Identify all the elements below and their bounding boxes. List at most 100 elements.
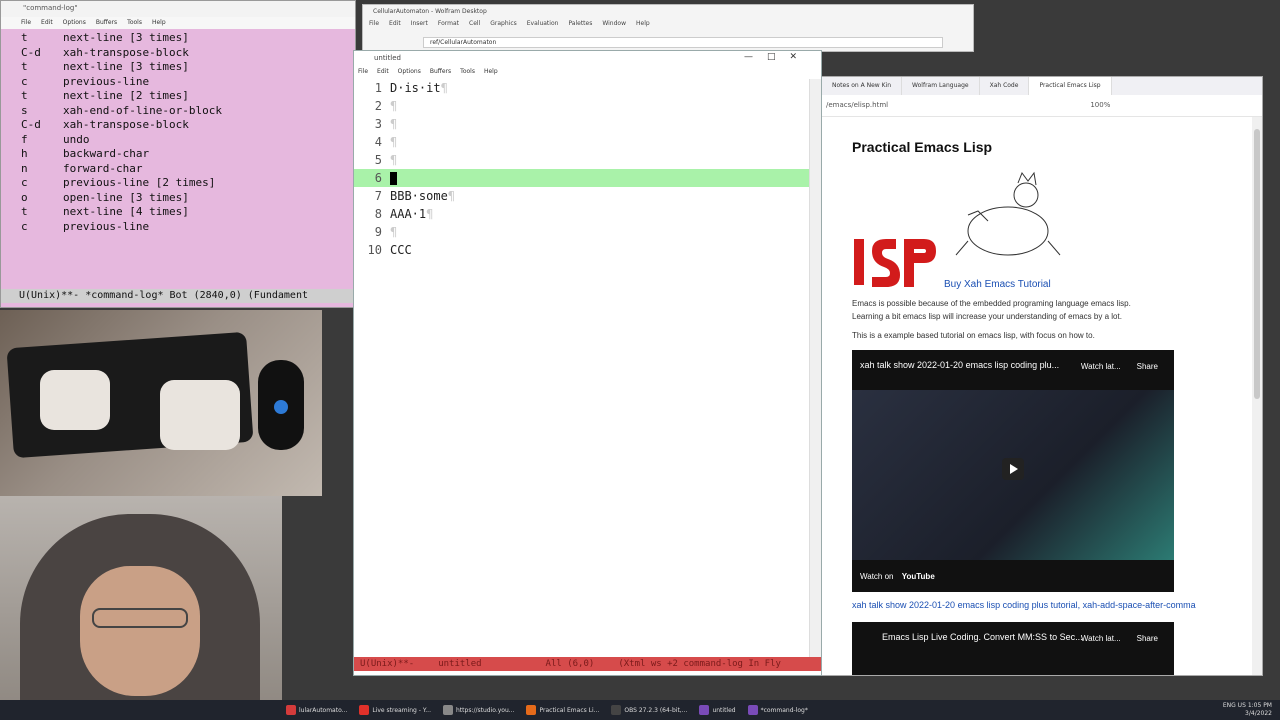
log-key: t bbox=[21, 205, 28, 218]
command-log-titlebar[interactable]: "command-log" bbox=[1, 1, 355, 17]
line-number: 1 bbox=[374, 81, 382, 95]
face bbox=[80, 566, 200, 696]
log-command: next-line [2 times] bbox=[63, 89, 189, 102]
intro-line-1: Emacs is possible because of the embedde… bbox=[852, 299, 1131, 308]
buffer-line[interactable]: 7 BBB·some¶ bbox=[354, 187, 809, 205]
taskbar-item[interactable]: untitled bbox=[693, 700, 741, 720]
menu-item-format[interactable]: Format bbox=[438, 20, 459, 30]
line-number: 10 bbox=[367, 243, 382, 257]
menu-item-palettes[interactable]: Palettes bbox=[568, 20, 592, 30]
url-field[interactable]: /emacs/elisp.html bbox=[826, 101, 888, 109]
menu-item-cell[interactable]: Cell bbox=[469, 20, 480, 30]
menu-item-evaluation[interactable]: Evaluation bbox=[527, 20, 559, 30]
youtube-video-2[interactable]: Emacs Lisp Live Coding. Convert MM:SS to… bbox=[852, 622, 1174, 675]
log-key: C-d bbox=[21, 45, 41, 59]
editor-scrollbar[interactable] bbox=[809, 79, 821, 657]
video2-title[interactable]: Emacs Lisp Live Coding. Convert MM:SS to… bbox=[882, 632, 1083, 642]
language-indicator[interactable]: ENG US bbox=[1223, 702, 1246, 709]
taskbar-item[interactable]: Practical Emacs Li... bbox=[520, 700, 605, 720]
log-key: s bbox=[21, 103, 28, 117]
taskbar-label: OBS 27.2.3 (64-bit,... bbox=[624, 706, 688, 714]
tab-item[interactable]: Notes on A New Kin bbox=[822, 77, 903, 95]
app-icon bbox=[286, 705, 296, 715]
share-button-2[interactable]: Share bbox=[1137, 634, 1158, 643]
scroll-thumb[interactable] bbox=[1254, 129, 1260, 399]
menu-item-options[interactable]: Options bbox=[63, 19, 86, 27]
zoom-level[interactable]: 100% bbox=[1090, 101, 1110, 109]
log-row: f undo bbox=[21, 133, 335, 148]
clock-date[interactable]: 3/4/2022 bbox=[1223, 710, 1272, 718]
buffer-line[interactable]: 10 CCC bbox=[354, 241, 809, 259]
taskbar-item[interactable]: OBS 27.2.3 (64-bit,... bbox=[605, 700, 693, 720]
modeline-position: All (6,0) bbox=[545, 659, 595, 669]
video-title[interactable]: xah talk show 2022-01-20 emacs lisp codi… bbox=[860, 360, 1110, 370]
log-key: c bbox=[21, 176, 28, 189]
clock-time[interactable]: 1:05 PM bbox=[1248, 702, 1272, 709]
menu-item-graphics[interactable]: Graphics bbox=[490, 20, 517, 30]
video-options: Watch lat... Share bbox=[1081, 362, 1158, 371]
log-row: C-d xah-transpose-block bbox=[21, 46, 335, 61]
menu-item-file[interactable]: File bbox=[369, 20, 379, 30]
share-button[interactable]: Share bbox=[1137, 362, 1158, 371]
menu-item-buffers[interactable]: Buffers bbox=[430, 68, 451, 76]
video-caption-link[interactable]: xah talk show 2022-01-20 emacs lisp codi… bbox=[852, 600, 1252, 610]
tab-item[interactable]: Wolfram Language bbox=[902, 77, 980, 95]
watch-later-button-2[interactable]: Watch lat... bbox=[1081, 634, 1121, 643]
taskbar-item[interactable]: https://studio.you... bbox=[437, 700, 520, 720]
app-icon bbox=[359, 705, 370, 715]
buffer-line[interactable]: 4 ¶ bbox=[354, 133, 809, 151]
taskbar-item[interactable]: Live streaming - Y... bbox=[353, 700, 437, 720]
menu-item-insert[interactable]: Insert bbox=[411, 20, 428, 30]
editor-buffer[interactable]: 1 D·is·it¶ 2 ¶ 3 ¶ 4 ¶ 5 ¶ 6 7 BBB·some¶ 8 AAA·1¶ 9 ¶ 10 C… bbox=[354, 79, 809, 657]
emacs-window: untitled —□✕ File Edit Options Buffers Tools… bbox=[353, 50, 822, 676]
log-key: c bbox=[21, 219, 28, 233]
play-icon[interactable] bbox=[1002, 458, 1024, 480]
log-command: xah-end-of-line-or-block bbox=[63, 103, 222, 117]
modeline-status: U(Unix)**- bbox=[360, 659, 415, 669]
log-command: undo bbox=[63, 132, 90, 146]
menu-item-tools[interactable]: Tools bbox=[127, 19, 142, 27]
wolfram-url-field[interactable]: ref/CellularAutomaton bbox=[423, 37, 943, 48]
line-number: 8 bbox=[374, 207, 382, 221]
system-tray[interactable]: ENG US 1:05 PM 3/4/2022 bbox=[1223, 702, 1272, 718]
taskbar-label: https://studio.you... bbox=[456, 706, 515, 714]
lisp-logo-icon bbox=[854, 239, 936, 287]
menu-item-help[interactable]: Help bbox=[484, 68, 498, 76]
buffer-line[interactable]: 6 bbox=[354, 169, 809, 187]
taskbar-item[interactable]: lularAutomato... bbox=[280, 700, 353, 720]
menu-item-help[interactable]: Help bbox=[152, 19, 166, 27]
taskbar-item[interactable]: *command-log* bbox=[742, 700, 814, 720]
menu-item-options[interactable]: Options bbox=[398, 68, 421, 76]
buffer-line[interactable]: 5 ¶ bbox=[354, 151, 809, 169]
buffer-line[interactable]: 8 AAA·1¶ bbox=[354, 205, 809, 223]
buffer-line[interactable]: 1 D·is·it¶ bbox=[354, 79, 809, 97]
page-scrollbar[interactable] bbox=[1252, 117, 1262, 675]
line-number: 2 bbox=[374, 99, 382, 113]
intro-paragraph: Emacs is possible because of the embedde… bbox=[852, 297, 1252, 323]
tab-item[interactable]: Xah Code bbox=[980, 77, 1030, 95]
window-controls[interactable]: —□✕ bbox=[744, 52, 811, 62]
lisp-banner: Buy Xah Emacs Tutorial bbox=[852, 161, 1252, 291]
menu-item-window[interactable]: Window bbox=[602, 20, 626, 30]
youtube-video-1[interactable]: xah talk show 2022-01-20 emacs lisp codi… bbox=[852, 350, 1174, 592]
tab-item[interactable]: Practical Emacs Lisp bbox=[1029, 77, 1112, 95]
menu-item-tools[interactable]: Tools bbox=[460, 68, 475, 76]
menu-item-buffers[interactable]: Buffers bbox=[96, 19, 117, 27]
buffer-line[interactable]: 9 ¶ bbox=[354, 223, 809, 241]
buffer-line[interactable]: 3 ¶ bbox=[354, 115, 809, 133]
buffer-line[interactable]: 2 ¶ bbox=[354, 97, 809, 115]
taskbar-label: untitled bbox=[712, 706, 736, 714]
buy-tutorial-link[interactable]: Buy Xah Emacs Tutorial bbox=[944, 279, 1051, 290]
pilcrow-mark: ¶ bbox=[390, 225, 398, 239]
menu-item-file[interactable]: File bbox=[21, 19, 31, 27]
taskbar-items: lularAutomato... Live streaming - Y... htt… bbox=[280, 700, 814, 720]
menu-item-edit[interactable]: Edit bbox=[377, 68, 389, 76]
menu-item-edit[interactable]: Edit bbox=[389, 20, 401, 30]
emacs-titlebar[interactable]: untitled —□✕ bbox=[354, 51, 821, 66]
watch-later-button[interactable]: Watch lat... bbox=[1081, 362, 1121, 371]
window-title: "command-log" bbox=[23, 4, 78, 12]
menu-item-edit[interactable]: Edit bbox=[41, 19, 53, 27]
menu-item-file[interactable]: File bbox=[358, 68, 368, 76]
menu-item-help[interactable]: Help bbox=[636, 20, 650, 30]
watch-on-youtube[interactable]: Watch on YouTube bbox=[860, 572, 935, 581]
